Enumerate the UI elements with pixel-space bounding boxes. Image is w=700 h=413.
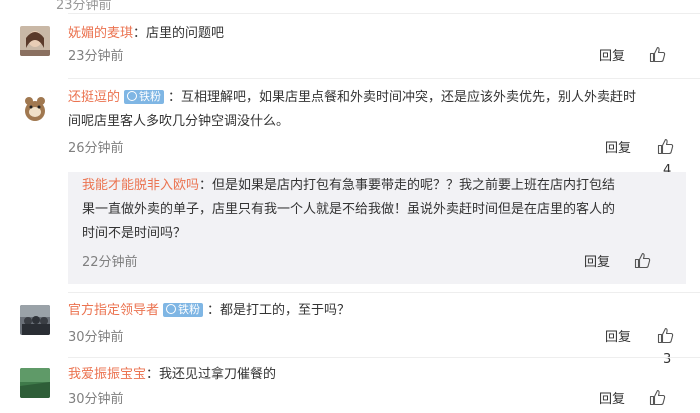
- comment-meta: 26分钟前 回复 4: [68, 138, 684, 178]
- comment-time: 30分钟前: [68, 392, 124, 407]
- sub-reply-username[interactable]: 我能才能脱非入欧吗: [82, 178, 199, 193]
- previous-comment-time: 23分钟前: [56, 0, 112, 13]
- divider: [68, 78, 700, 79]
- badge-icon: [127, 91, 138, 101]
- comment-time: 26分钟前: [68, 141, 124, 156]
- comment-time: 23分钟前: [68, 49, 124, 64]
- thumbs-up-icon: [649, 389, 666, 406]
- comment-text: 还挺逗的 铁粉 ：互相理解吧，如果店里点餐和外卖时间冲突，还是应该外卖优先，别人外卖…: [68, 90, 637, 129]
- comment-meta: 30分钟前 回复: [68, 389, 684, 411]
- comment-text: 官方指定领导者 铁粉 ：都是打工的，至于吗？: [68, 303, 351, 318]
- comment-username[interactable]: 妩媚的麦琪: [68, 26, 133, 41]
- avatar[interactable]: [20, 93, 50, 123]
- avatar[interactable]: [20, 305, 50, 335]
- avatar[interactable]: [20, 368, 50, 398]
- comment-meta: 23分钟前 回复: [68, 46, 684, 68]
- divider: [68, 13, 700, 14]
- comment-username[interactable]: 我爱振振宝宝: [68, 367, 146, 382]
- thumbs-up-icon: [657, 327, 674, 344]
- thumbs-up-icon: [649, 46, 666, 63]
- fan-badge[interactable]: 铁粉: [124, 90, 165, 104]
- reply-button[interactable]: 回复: [599, 389, 625, 411]
- comment-meta: 30分钟前 回复 3: [68, 327, 684, 367]
- like-button[interactable]: [634, 252, 657, 274]
- like-button[interactable]: [649, 46, 672, 68]
- like-button[interactable]: [649, 389, 672, 411]
- comment-thread: 23分钟前 妩媚的麦琪：店里的问题吧 23分钟前 回复 还挺逗的 铁粉 ：互相理…: [0, 0, 700, 413]
- comment-text: 我爱振振宝宝：我还见过拿刀催餐的: [68, 367, 277, 382]
- avatar[interactable]: [20, 26, 50, 56]
- comment-text: 妩媚的麦琪：店里的问题吧: [68, 26, 225, 41]
- fan-badge[interactable]: 铁粉: [163, 303, 204, 317]
- sub-reply-box: 我能才能脱非入欧吗：但是如果是店内打包有急事要带走的呢？？我之前要上班在店内打包…: [68, 172, 686, 284]
- reply-button[interactable]: 回复: [599, 46, 625, 68]
- divider: [68, 292, 700, 293]
- badge-icon: [166, 304, 177, 314]
- comment-username[interactable]: 还挺逗的: [68, 90, 120, 105]
- sub-reply-time: 22分钟前: [82, 255, 138, 270]
- comment-time: 30分钟前: [68, 330, 124, 345]
- reply-button[interactable]: 回复: [605, 327, 631, 349]
- sub-reply-meta: 22分钟前 回复: [82, 252, 672, 274]
- divider: [68, 357, 700, 358]
- reply-button[interactable]: 回复: [584, 252, 610, 274]
- reply-button[interactable]: 回复: [605, 138, 631, 160]
- thumbs-up-icon: [657, 138, 674, 155]
- thumbs-up-icon: [634, 252, 651, 269]
- comment-username[interactable]: 官方指定领导者: [68, 303, 159, 318]
- sub-reply-text: 我能才能脱非入欧吗：但是如果是店内打包有急事要带走的呢？？我之前要上班在店内打包…: [82, 178, 616, 241]
